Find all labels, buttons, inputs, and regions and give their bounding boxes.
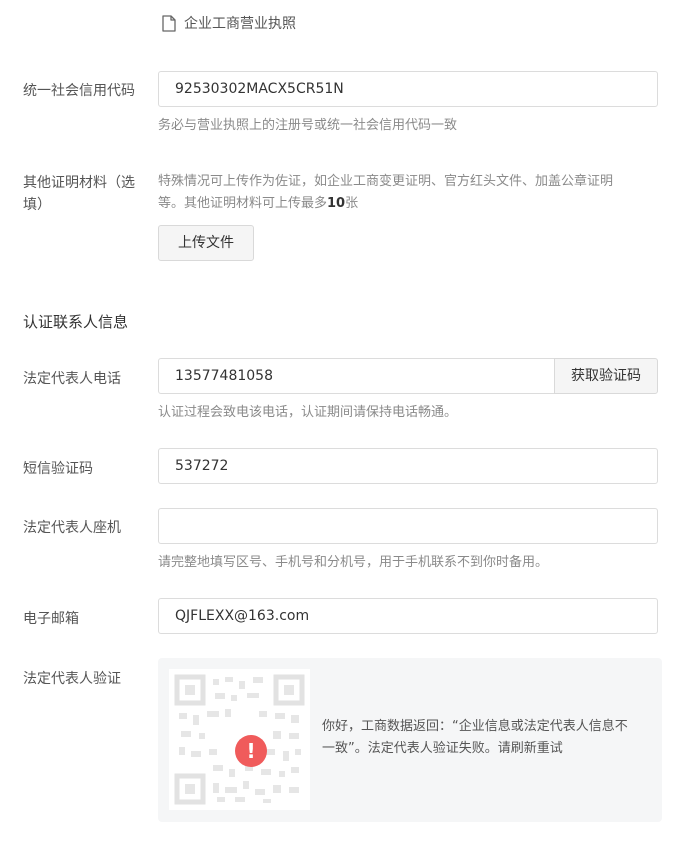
get-code-button[interactable]: 获取验证码 (554, 358, 658, 394)
landline-input[interactable] (158, 508, 658, 544)
other-materials-label-line1: 其他证明材料（选 (23, 175, 135, 191)
other-materials-label-line2: 填） (23, 197, 51, 213)
credit-code-hint: 务必与营业执照上的注册号或统一社会信用代码一致 (158, 118, 458, 133)
legal-phone-label: 法定代表人电话 (23, 371, 121, 387)
contact-section-title: 认证联系人信息 (23, 313, 129, 331)
legal-verify-message-line1: 你好，工商数据返回：“企业信息或法定代表人信息不 (322, 719, 628, 734)
qr-code-placeholder: ! (169, 669, 310, 810)
credit-code-label: 统一社会信用代码 (23, 83, 135, 99)
legal-phone-hint: 认证过程会致电该电话，认证期间请保持电话畅通。 (158, 405, 458, 420)
upload-file-button[interactable]: 上传文件 (158, 225, 254, 261)
legal-verify-message: 你好，工商数据返回：“企业信息或法定代表人信息不 一致”。法定代表人验证失败。请… (322, 716, 652, 760)
legal-verify-panel: ! 你好，工商数据返回：“企业信息或法定代表人信息不 一致”。法定代表人验证失败… (158, 658, 662, 822)
other-materials-desc-line2: 等。其他证明材料可上传最多10张 (158, 193, 678, 215)
desc-max-count: 10 (327, 196, 346, 211)
credit-code-input[interactable]: 92530302MACX5CR51N (158, 71, 658, 107)
legal-verify-label: 法定代表人验证 (23, 671, 121, 687)
sms-code-input[interactable]: 537272 (158, 448, 658, 484)
other-materials-desc: 特殊情况可上传作为佐证，如企业工商变更证明、官方红头文件、加盖公章证明 等。其他… (158, 171, 678, 215)
sms-code-label: 短信验证码 (23, 461, 93, 477)
desc-suffix: 张 (345, 196, 359, 211)
legal-phone-input[interactable]: 13577481058 (158, 358, 556, 394)
landline-hint: 请完整地填写区号、手机号和分机号，用于手机联系不到你时备用。 (158, 555, 549, 570)
document-icon (162, 15, 176, 32)
license-file-name: 企业工商营业执照 (184, 16, 296, 32)
desc-prefix: 等。其他证明材料可上传最多 (158, 196, 328, 211)
error-alert-icon: ! (235, 735, 267, 767)
email-input[interactable]: QJFLEXX@163.com (158, 598, 658, 634)
legal-verify-message-line2: 一致”。法定代表人验证失败。请刷新重试 (322, 741, 563, 756)
other-materials-desc-line1: 特殊情况可上传作为佐证，如企业工商变更证明、官方红头文件、加盖公章证明 (158, 174, 614, 189)
landline-label: 法定代表人座机 (23, 520, 121, 536)
email-label: 电子邮箱 (23, 611, 79, 627)
other-materials-label: 其他证明材料（选 填） (23, 172, 148, 216)
